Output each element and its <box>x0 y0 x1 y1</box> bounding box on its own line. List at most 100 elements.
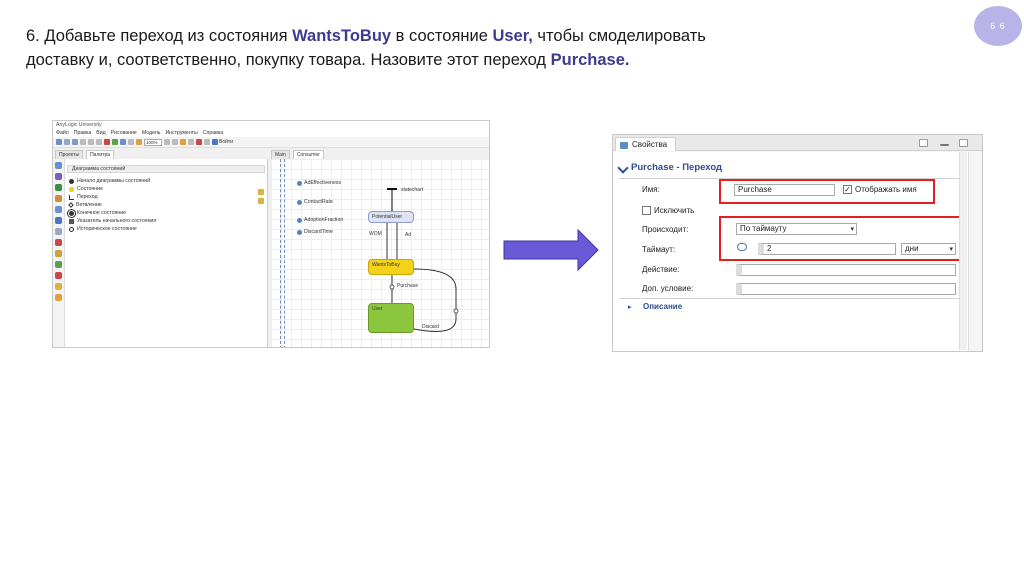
menu-item-draw[interactable]: Рисование <box>111 130 137 136</box>
palette-item-final-state[interactable]: Конечное состояние <box>69 209 156 217</box>
transition-label-wom: WOM <box>369 231 382 237</box>
menu-item-view[interactable]: Вид <box>96 130 105 136</box>
occurs-label: Происходит: <box>642 225 689 234</box>
slide-heading: 6. Добавьте переход из состояния WantsTo… <box>26 24 746 72</box>
transition-icon <box>69 194 74 200</box>
rail-category-icon[interactable] <box>55 206 62 213</box>
analysis-category-icon[interactable] <box>55 250 62 257</box>
ide-window-title: AnyLogic University <box>53 121 489 129</box>
editor-tabs: Main Consumer <box>271 150 324 159</box>
pencil-icon <box>258 189 264 195</box>
state-user[interactable]: User <box>368 303 414 333</box>
cloud-icon <box>212 139 218 145</box>
palette-item-initial-pointer[interactable]: Указатель начального состояния <box>69 217 156 225</box>
statechart-canvas[interactable]: AdEffectiveness ContactRate AdoptionFrac… <box>271 159 489 347</box>
palette-item-history-state[interactable]: Историческое состояние <box>69 225 156 233</box>
tool-icon[interactable] <box>188 139 194 145</box>
section-separator <box>620 298 966 299</box>
settings-icon[interactable] <box>204 139 210 145</box>
expand-arrow-icon[interactable]: ▸ <box>628 303 632 311</box>
fluid-category-icon[interactable] <box>55 217 62 224</box>
menu-item-file[interactable]: Файл <box>56 130 69 136</box>
maximize-icon[interactable] <box>959 139 968 147</box>
presentation-category-icon[interactable] <box>55 228 62 235</box>
new-icon[interactable] <box>56 139 62 145</box>
transition-label-discard: Discard <box>422 324 439 330</box>
exclude-checkbox[interactable] <box>642 206 651 215</box>
zoom-out-icon[interactable] <box>172 139 178 145</box>
tab-properties[interactable]: Свойства <box>615 137 677 151</box>
minimize-icon[interactable] <box>940 144 949 146</box>
controls-category-icon[interactable] <box>55 239 62 246</box>
transition-icon <box>617 161 629 174</box>
zoom-select[interactable]: 100% <box>144 138 162 146</box>
paste-icon[interactable] <box>96 139 102 145</box>
properties-scrollbar[interactable] <box>959 152 967 350</box>
palette-icon[interactable] <box>180 139 186 145</box>
page-number-badge: 6 6 <box>974 6 1022 46</box>
agent-category-icon[interactable] <box>55 162 62 169</box>
build-icon[interactable] <box>136 139 142 145</box>
tab-palette[interactable]: Палитра <box>86 150 115 159</box>
cut-icon[interactable] <box>80 139 86 145</box>
condition-label: Доп. условие: <box>642 284 694 293</box>
tab-main[interactable]: Main <box>271 150 290 159</box>
heading-text: в состояние <box>391 27 493 45</box>
heading-state-user: User, <box>492 27 533 45</box>
palette-item-label: Начало диаграммы состояний <box>77 178 151 184</box>
ide-toolbar: 100% Войти <box>53 137 489 148</box>
exclude-label: Исключить <box>654 206 695 215</box>
palette-item-state[interactable]: Состояние <box>69 185 156 193</box>
palette-item-branch[interactable]: Ветвление <box>68 201 156 209</box>
branch-icon <box>68 202 74 208</box>
state-potential-user[interactable]: PotentialUser <box>368 211 414 223</box>
save-icon[interactable] <box>72 139 78 145</box>
history-state-icon <box>69 226 74 232</box>
pictures-category-icon[interactable] <box>55 272 62 279</box>
properties-tab-bar: Свойства <box>613 135 982 151</box>
menu-item-tools[interactable]: Инструменты <box>165 130 197 136</box>
menu-item-model[interactable]: Модель <box>142 130 161 136</box>
process-category-icon[interactable] <box>55 184 62 191</box>
menu-item-edit[interactable]: Правка <box>74 130 92 136</box>
statechart-entry-icon <box>69 178 74 184</box>
run-model-icon[interactable] <box>112 139 118 145</box>
shapes-category-icon[interactable] <box>55 283 62 290</box>
panel-tabs: Проекты Палитра <box>55 150 115 159</box>
name-label: Имя: <box>642 185 660 194</box>
open-in-editor-icon[interactable] <box>919 139 928 147</box>
statechart-category-icon[interactable] <box>55 173 62 180</box>
action-input[interactable] <box>736 264 956 276</box>
login-button[interactable]: Войти <box>212 139 233 145</box>
misc-category-icon[interactable] <box>55 294 62 301</box>
palette-item-label: Историческое состояние <box>77 226 137 232</box>
tab-projects[interactable]: Проекты <box>55 150 84 159</box>
grid-icon[interactable] <box>128 139 134 145</box>
tab-consumer[interactable]: Consumer <box>292 150 324 159</box>
pedestrian-category-icon[interactable] <box>55 195 62 202</box>
heading-state-wantstobuy: WantsToBuy <box>292 27 392 45</box>
properties-icon <box>620 142 628 149</box>
palette-category-strip <box>53 159 65 347</box>
heading-transition-name: Purchase. <box>550 51 630 69</box>
highlight-box-timeout <box>719 216 965 261</box>
open-icon[interactable] <box>64 139 70 145</box>
zoom-in-icon[interactable] <box>164 139 170 145</box>
delete-icon[interactable] <box>104 139 110 145</box>
state-wants-to-buy[interactable]: WantsToBuy <box>368 259 414 275</box>
description-section-header[interactable]: Описание <box>643 302 682 311</box>
transition-label-ad: Ad <box>405 232 412 238</box>
heading-text: 6. Добавьте переход из состояния <box>26 27 293 45</box>
transition-label-purchase: Purchase <box>397 283 419 289</box>
timeout-label: Таймаут: <box>642 245 676 254</box>
highlight-box-name <box>719 179 935 204</box>
pencil-icon <box>258 198 264 204</box>
stop-icon[interactable] <box>196 139 202 145</box>
palette-item-transition[interactable]: Переход <box>69 193 156 201</box>
palette-item-statechart-entry[interactable]: Начало диаграммы состояний <box>69 177 156 185</box>
menu-item-help[interactable]: Справка <box>203 130 223 136</box>
debug-icon[interactable] <box>120 139 126 145</box>
condition-input[interactable] <box>736 283 956 295</box>
connectivity-category-icon[interactable] <box>55 261 62 268</box>
copy-icon[interactable] <box>88 139 94 145</box>
